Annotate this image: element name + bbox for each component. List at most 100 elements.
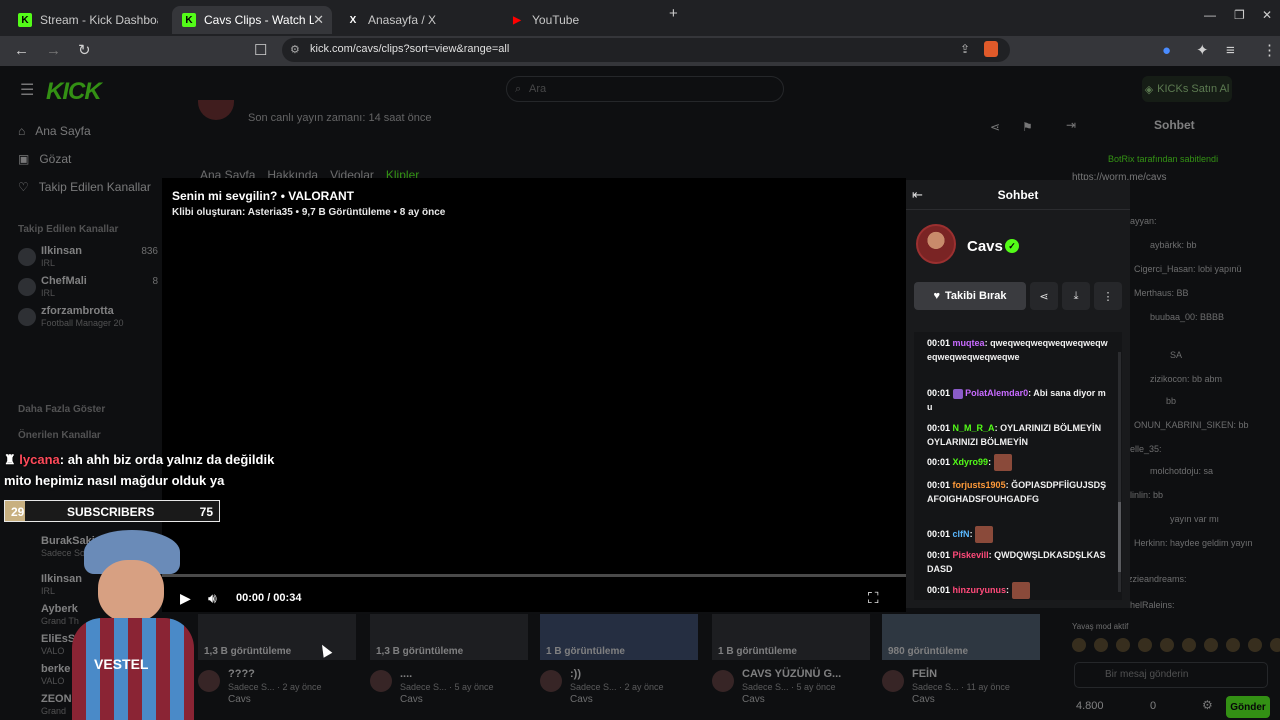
message-user[interactable]: Xdyro99 [953,457,989,467]
browser-tab[interactable]: ▶ YouTube [500,6,660,34]
message-time: 00:01 [927,528,951,539]
forward-icon[interactable]: → [46,42,61,60]
clip-views: 1,3 B görüntüleme [376,646,464,657]
bg-chat-message: buubaa_00: BBBB [1150,312,1225,322]
sidebar-channel[interactable]: ChefMali IRL 8 [18,274,158,304]
pinned-by-text: BotRix tarafından sabitlendi [1108,154,1219,164]
clip-card[interactable]: 1 B görüntüleme CAVS YÜZÜNÜ G... Sadece S.… [712,614,870,714]
message-user[interactable]: N_M_R_A [953,423,995,433]
streamer-avatar[interactable] [916,224,956,264]
clip-views: 1 B görüntüleme [718,646,797,657]
progress-bar[interactable] [162,574,906,577]
clip-card[interactable]: 1 B görüntüleme:)) Sadece S... · 2 ay önc… [540,614,698,714]
time-display: 00:00 / 00:34 [236,592,302,604]
channel-category: IRL [41,586,56,596]
fullscreen-icon[interactable]: ⛶ [868,590,879,607]
channel-category: IRL [41,288,56,298]
settings-icon[interactable]: ⚙ [1202,698,1213,712]
message-user[interactable]: forjusts1905 [953,480,1006,490]
kick-logo[interactable]: KICK [46,78,102,106]
download-button[interactable]: ⤓ [1062,282,1090,310]
nav-home[interactable]: ⌂ Ana Sayfa [18,124,91,138]
buy-kicks-button[interactable]: ◈ KICKs Satın Al [1142,76,1232,102]
kicks-icon: ◈ [1144,83,1154,96]
unfollow-label: Takibi Bırak [944,290,1007,302]
extensions-puzzle-icon[interactable]: ✦ [1196,42,1209,60]
back-icon[interactable]: ← [14,42,29,60]
emote-bar[interactable] [1072,638,1280,652]
hamburger-icon[interactable]: ☰ [20,80,34,100]
sidebar-channel[interactable]: zforzambrotta Football Manager 20 [18,304,158,334]
chat-message: 00:01 muqtea: qweqweqweqweqweqweqweqweqw… [927,338,1108,362]
new-tab-icon[interactable]: + [669,5,678,22]
message-time: 00:01 [927,550,951,560]
browser-tab[interactable]: K Stream - Kick Dashboard [8,6,168,34]
clip-meta: Sadece S... · 5 ay önce [400,682,494,692]
kick-favicon-icon: K [18,13,32,27]
share-button[interactable]: ⋖ [1030,282,1058,310]
browse-icon: ▣ [18,152,30,166]
chat-input[interactable]: Bir mesaj gönderin [1074,662,1268,688]
bg-chat-message: ONUN_KABRINI_SIKEN: bb [1134,420,1249,430]
chat-scrollbar[interactable] [1118,352,1121,592]
subs-label: SUBSCRIBERS [67,505,155,519]
channel-category: VALO [41,646,65,656]
clip-channel: Cavs [400,694,423,705]
message-time: 00:01 [927,423,951,433]
menu-dots-icon[interactable]: ⋮ [1262,42,1277,60]
close-window-icon[interactable]: ✕ [1262,8,1272,22]
chat-message: 00:01 N_M_R_A: OYLARINIZI BÖLMEYİN OYLAR… [927,423,1102,447]
restore-icon[interactable]: ❐ [1234,8,1245,22]
chat-message: 00:01 clfN: [927,526,1109,543]
clip-card[interactable]: 1,3 B görüntüleme???? Sadece S... · 2 ay … [198,614,356,714]
clip-player[interactable]: Senin mi sevgilin? • VALORANT Klibi oluş… [162,178,906,612]
recommended-heading: Önerilen Kanallar [18,430,101,441]
clip-card[interactable]: 980 görüntüleme FEİN Sadece S... · 11 ay ö… [882,614,1040,714]
share-icon[interactable]: ⇪ [960,42,970,56]
bookmark-icon[interactable]: ☐ [254,42,267,60]
browser-tab-active[interactable]: K Cavs Clips - Watch Live on Kic ✕ [172,6,332,34]
nav-label: Takip Edilen Kanallar [38,180,151,194]
send-button[interactable]: Gönder [1226,696,1270,718]
unfollow-button[interactable]: ♥ Takibi Bırak [914,282,1026,310]
extension-icon[interactable]: ● [1162,42,1171,60]
overlay-chat-text: : ah ahh biz orda yalnız da değildik [59,452,275,467]
show-more-link[interactable]: Daha Fazla Göster [18,404,105,415]
share-icon[interactable]: ⋖ [990,120,1000,134]
message-user[interactable]: PolatAlemdar0 [965,388,1028,398]
message-user[interactable]: muqtea [953,338,985,348]
volume-icon[interactable]: 🔊︎ [208,590,217,607]
sidebar-channel[interactable]: Ilkinsan IRL 836 [18,244,158,274]
tab-title: Anasayfa / X [368,13,437,27]
bg-chat-message: SA [1170,350,1183,360]
message-user[interactable]: clfN [953,529,970,539]
browser-tab[interactable]: X Anasayfa / X [336,6,496,34]
collapse-chat-icon[interactable]: ⇥ [1066,118,1076,132]
more-options-button[interactable]: ⋮ [1094,282,1122,310]
message-time: 00:01 [927,456,951,467]
close-tab-icon[interactable]: ✕ [313,12,324,28]
address-bar[interactable]: ⚙ kick.com/cavs/clips?sort=view&range=al… [282,38,1010,62]
message-user[interactable]: Piskevill [953,550,989,560]
minimize-icon[interactable]: — [1204,8,1216,22]
reload-icon[interactable]: ↻ [78,42,91,60]
search-input[interactable]: ⌕ Ara [506,76,784,102]
nav-browse[interactable]: ▣ Gözat [18,152,71,166]
clip-title: .... [400,668,413,680]
site-info-icon[interactable]: ⚙ [290,43,300,56]
channel-category: Football Manager 20 [41,318,124,328]
nav-following[interactable]: ♡ Takip Edilen Kanallar [18,180,151,194]
search-icon: ⌕ [515,83,522,95]
report-icon[interactable]: ⚑ [1022,120,1033,134]
kicks-label: KICKs Satın Al [1157,83,1230,95]
playlist-icon[interactable]: ≡ [1226,42,1235,60]
clip-meta: Sadece S... · 5 ay önce [742,682,836,692]
message-user[interactable]: hinzuryunus [953,585,1007,595]
search-placeholder: Ara [529,83,547,95]
clip-card[interactable]: 1,3 B görüntüleme.... Sadece S... · 5 ay … [370,614,528,714]
brave-shield-icon[interactable] [984,41,998,57]
heart-icon: ♥ [933,290,940,302]
shirt-sponsor: VESTEL [94,656,149,672]
scrollbar-thumb[interactable] [1118,502,1121,572]
streamer-name[interactable]: Cavs [967,238,1003,255]
